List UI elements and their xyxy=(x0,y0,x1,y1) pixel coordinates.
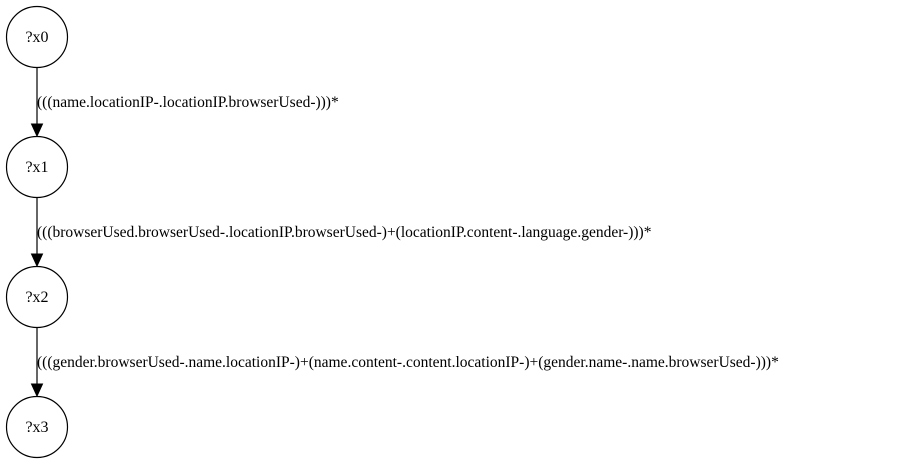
node-label: ?x0 xyxy=(25,29,48,46)
edge-x0-x1: (((name.locationIP-.locationIP.browserUs… xyxy=(30,67,339,138)
edge-label: (((name.locationIP-.locationIP.browserUs… xyxy=(37,94,339,111)
edge-label: (((browserUsed.browserUsed-.locationIP.b… xyxy=(37,224,652,241)
node-x0: ?x0 xyxy=(5,5,69,69)
arrowhead-icon xyxy=(30,123,44,138)
node-label: ?x3 xyxy=(25,419,48,436)
node-x3: ?x3 xyxy=(5,395,69,459)
node-label: ?x2 xyxy=(25,289,48,306)
node-label: ?x1 xyxy=(25,159,48,176)
arrowhead-icon xyxy=(30,383,44,398)
edge-x2-x3: (((gender.browserUsed-.name.locationIP-)… xyxy=(30,328,779,398)
edge-x1-x2: (((browserUsed.browserUsed-.locationIP.b… xyxy=(30,198,652,268)
node-x1: ?x1 xyxy=(5,135,69,199)
node-x2: ?x2 xyxy=(5,265,69,329)
graph-diagram: (((name.locationIP-.locationIP.browserUs… xyxy=(5,5,779,459)
arrowhead-icon xyxy=(30,253,44,268)
edge-label: (((gender.browserUsed-.name.locationIP-)… xyxy=(37,354,779,371)
